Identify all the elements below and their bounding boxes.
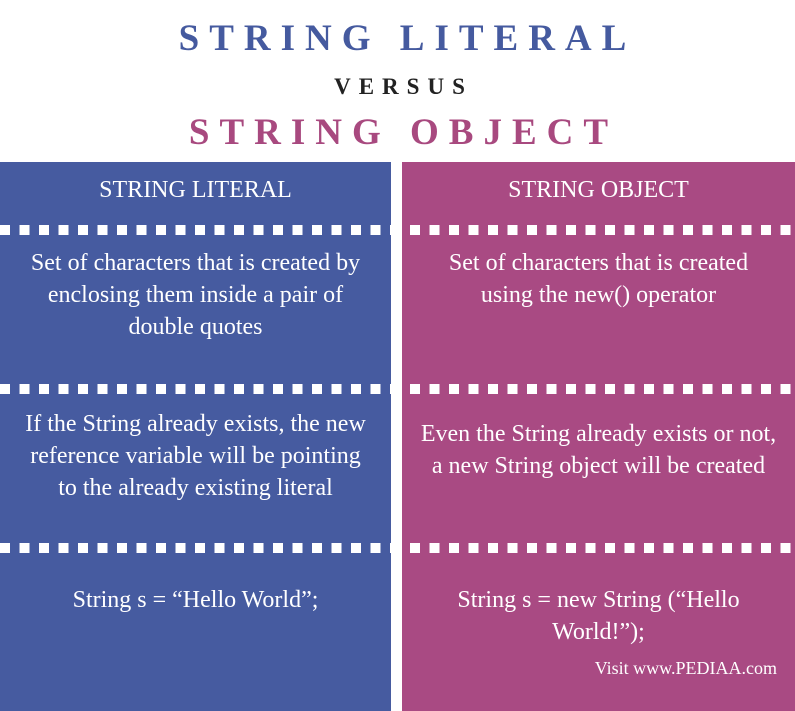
dotted-divider [0, 384, 391, 394]
object-example-code: String s = new String (“Hello World!”); [457, 587, 740, 645]
dotted-divider [402, 384, 795, 394]
string-object-column: STRING OBJECT Set of characters that is … [402, 162, 795, 711]
column-heading-string-object: STRING OBJECT [508, 177, 689, 203]
string-literal-column: STRING LITERAL Set of characters that is… [0, 162, 391, 711]
literal-reference-behavior: If the String already exists, the new re… [25, 411, 366, 501]
literal-example-code: String s = “Hello World”; [72, 587, 319, 613]
dotted-divider [402, 543, 795, 553]
object-definition: Set of characters that is created using … [448, 250, 749, 308]
dotted-divider [0, 543, 391, 553]
column-heading-string-literal: STRING LITERAL [99, 177, 292, 203]
title-versus: VERSUS [334, 74, 473, 99]
title-string-object: STRING OBJECT [188, 112, 619, 153]
object-creation-behavior: Even the String already exists or not, a… [420, 421, 777, 479]
dotted-divider [402, 225, 795, 235]
dotted-divider [0, 225, 391, 235]
literal-definition: Set of characters that is created by enc… [30, 250, 361, 340]
pediaa-credit-link[interactable]: Visit www.PEDIAA.com [595, 658, 777, 679]
title-string-literal: STRING LITERAL [178, 18, 637, 59]
